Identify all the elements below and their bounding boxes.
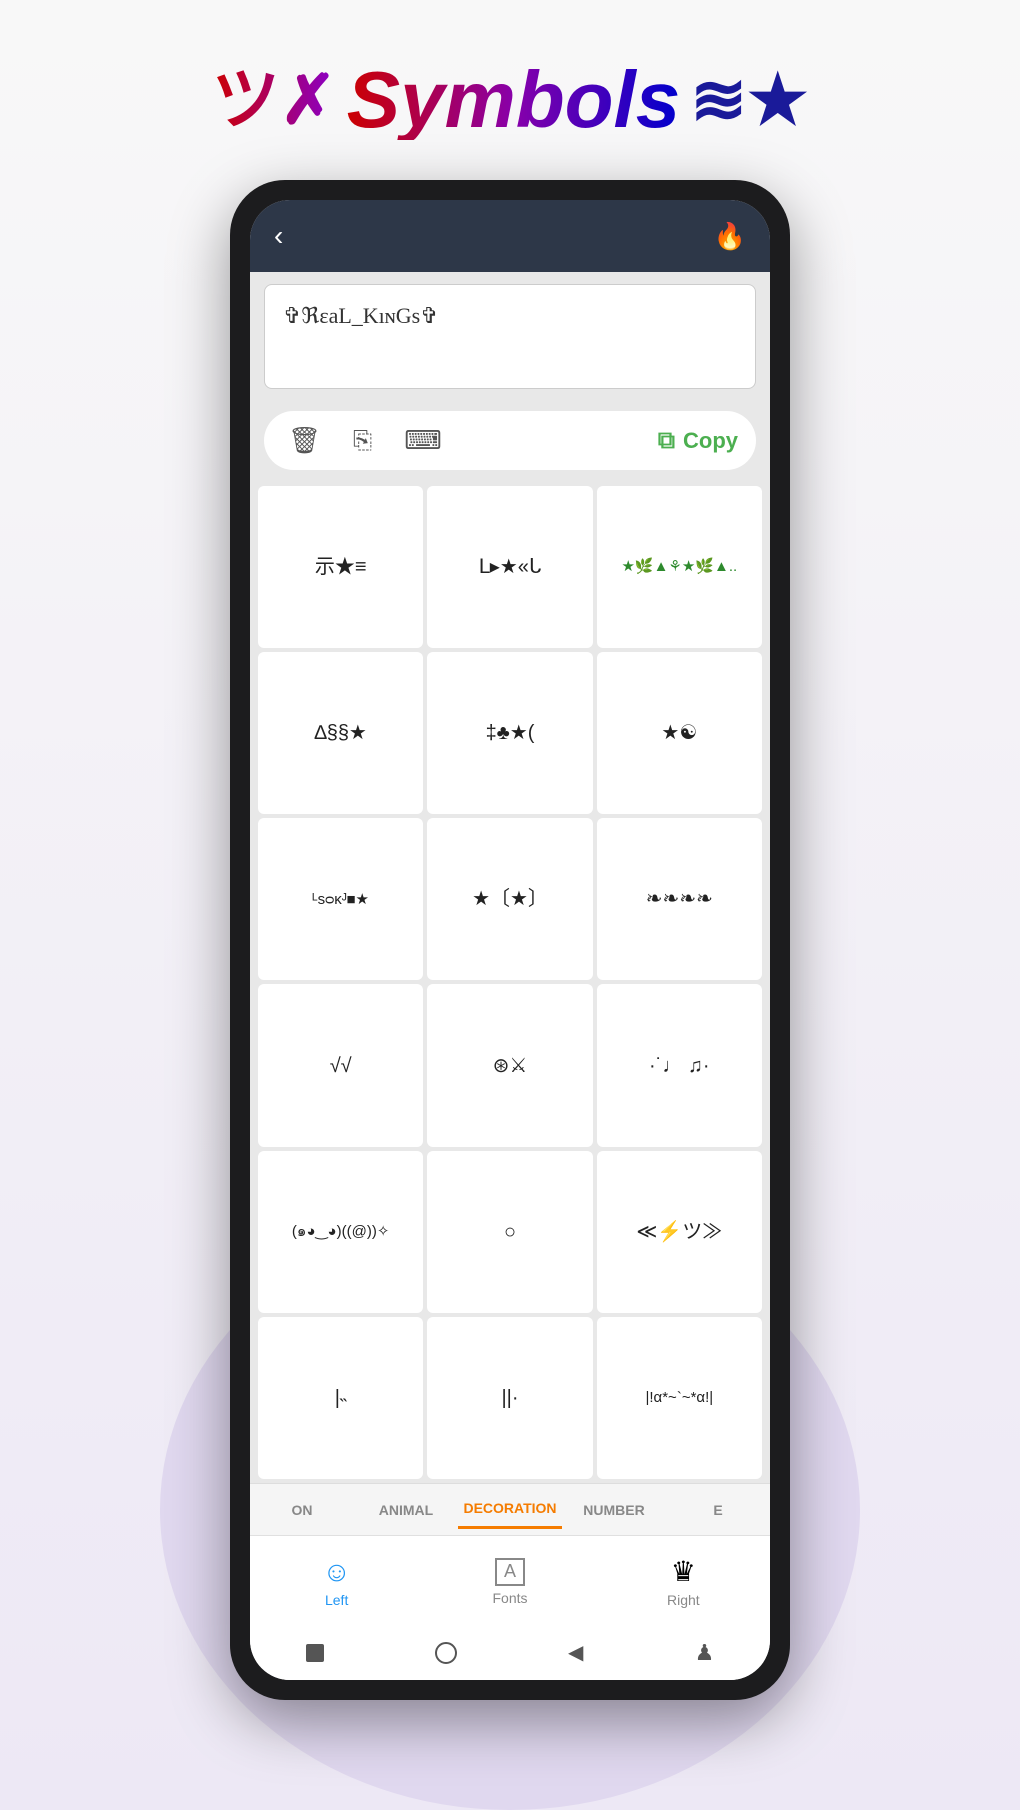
symbol-text: ᒪ▸★«ᒐ [479,554,542,580]
symbol-cell[interactable]: ·˙♩ ♫· [597,984,762,1146]
nav-label-right: Right [667,1592,700,1608]
symbol-cell[interactable]: ≪⚡ツ≫ [597,1151,762,1313]
symbol-text: ≪⚡ツ≫ [636,1219,722,1245]
nav-icon-fonts: A [495,1558,525,1586]
action-bar-inner: 🗑 ⎘ ⌨ ⧉ Copy [264,411,756,470]
phone-inner: ‹ 🔥 ✞ℜɛaL_KıɴGs✞ 🗑 ⎘ ⌨ ⧉ Copy 示★≡ ᒪ▸★«ᒐ ★🌿… [250,200,770,1680]
title-symbols: Symbols [347,60,680,140]
android-nav: ◀ ♟ [250,1625,770,1680]
nav-item-left[interactable]: ☺ Left [250,1556,423,1608]
fire-icon[interactable]: 🔥 [714,221,746,252]
symbol-cell[interactable]: ❧❧❧❧ [597,818,762,980]
symbol-text: ·˙♩ ♫· [649,1053,710,1079]
text-input-area: ✞ℜɛaL_KıɴGs✞ [250,272,770,401]
text-display[interactable]: ✞ℜɛaL_KıɴGs✞ [264,284,756,389]
nav-label-fonts: Fonts [492,1590,527,1606]
symbol-text: ⊛⚔ [493,1053,528,1079]
back-button[interactable]: ‹ [274,220,283,252]
copy-icon: ⧉ [658,427,675,455]
symbol-cell[interactable]: √√ [258,984,423,1146]
symbol-cell[interactable]: ∆§§★ [258,652,423,814]
tab-item-on[interactable]: ON [250,1492,354,1528]
title-right: ≋★ [690,66,808,134]
nav-label-left: Left [325,1592,348,1608]
nav-icon-left: ☺ [322,1556,351,1588]
copy-button[interactable]: ⧉ Copy [658,427,738,455]
top-bar: ‹ 🔥 [250,200,770,272]
android-home-button[interactable] [435,1642,457,1664]
android-back-button[interactable]: ◀ [568,1640,583,1665]
symbol-text: ||· [501,1385,518,1411]
nav-item-right[interactable]: ♛ Right [597,1555,770,1608]
symbol-text: |!α*~`~*α!| [645,1388,713,1408]
tab-item-number[interactable]: NUMBER [562,1492,666,1528]
symbol-cell[interactable]: 示★≡ [258,486,423,648]
symbol-cell[interactable]: ★〔★〕 [427,818,592,980]
nav-icon-right: ♛ [671,1555,696,1588]
delete-button[interactable]: 🗑 [282,419,327,462]
symbol-cell[interactable]: (๑◕‿◕)((@))✧ [258,1151,423,1313]
symbol-text: 示★≡ [315,554,367,580]
symbol-grid: 示★≡ ᒪ▸★«ᒐ ★🌿▲⚘★🌿▲.. ∆§§★ ‡♣★( ★☯ ᴸsᴑᴋᴶ■★ ★〔★〕 ❧❧… [250,482,770,1483]
phone-frame: ‹ 🔥 ✞ℜɛaL_KıɴGs✞ 🗑 ⎘ ⌨ ⧉ Copy 示★≡ ᒪ▸★«ᒐ ★🌿… [230,180,790,1700]
symbol-text: (๑◕‿◕)((@))✧ [292,1222,389,1242]
symbol-text: ∆§§★ [314,720,366,746]
symbol-text: ❧❧❧❧ [646,886,713,912]
tab-item-animal[interactable]: ANIMAL [354,1492,458,1528]
symbol-cell[interactable]: ||· [427,1317,592,1479]
symbol-cell[interactable]: ᴸsᴑᴋᴶ■★ [258,818,423,980]
symbol-text: ★☯ [661,720,697,746]
symbol-cell[interactable]: ᒪ▸★«ᒐ [427,486,592,648]
app-title: ツ✗ Symbols ≋★ [212,60,808,140]
symbol-cell[interactable]: |˵ [258,1317,423,1479]
symbol-text: ᴸsᴑᴋᴶ■★ [312,890,369,910]
symbol-cell[interactable]: ★🌿▲⚘★🌿▲.. [597,486,762,648]
tab-bar: ONANIMALDECORATIONNUMBERE [250,1483,770,1535]
symbol-cell[interactable]: ★☯ [597,652,762,814]
tab-item-e[interactable]: E [666,1492,770,1528]
nav-item-fonts[interactable]: A Fonts [423,1558,596,1606]
android-square-button[interactable] [306,1644,324,1662]
symbol-text: ‡♣★( [486,720,535,746]
symbol-cell[interactable]: ○ [427,1151,592,1313]
title-kanji: ツ✗ [212,66,337,134]
tab-item-decoration[interactable]: DECORATION [458,1490,562,1529]
keyboard-button[interactable]: ⌨ [398,419,448,462]
bottom-nav: ☺ Left A Fonts ♛ Right [250,1535,770,1625]
symbol-text: ★〔★〕 [472,886,548,912]
symbol-text: ○ [504,1219,516,1245]
symbol-text: √√ [330,1053,352,1079]
action-bar: 🗑 ⎘ ⌨ ⧉ Copy [250,401,770,482]
symbol-text: |˵ [335,1385,347,1411]
copy-label: Copy [683,428,738,454]
share-button[interactable]: ⎘ [347,421,378,461]
android-person-button[interactable]: ♟ [695,1640,715,1666]
symbol-text: ★🌿▲⚘★🌿▲.. [621,557,737,577]
symbol-cell[interactable]: ‡♣★( [427,652,592,814]
symbol-cell[interactable]: |!α*~`~*α!| [597,1317,762,1479]
symbol-cell[interactable]: ⊛⚔ [427,984,592,1146]
